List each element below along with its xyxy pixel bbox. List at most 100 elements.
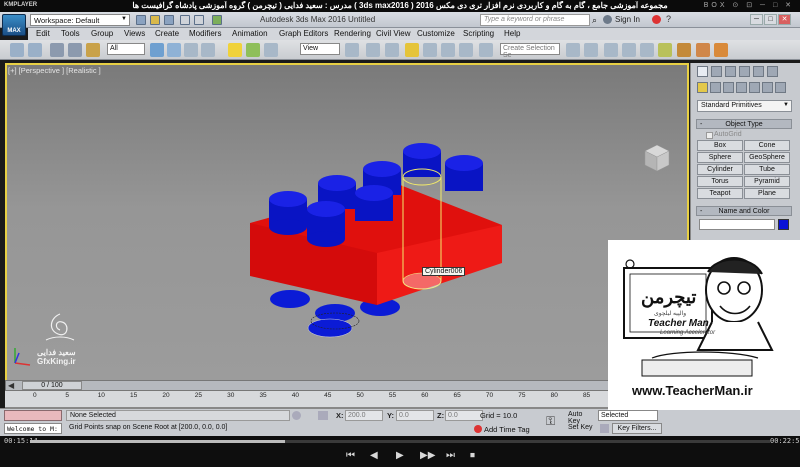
spinner-snap-icon[interactable] bbox=[459, 43, 473, 57]
systems-icon[interactable] bbox=[775, 82, 786, 93]
geosphere-button[interactable]: GeoSphere bbox=[744, 152, 790, 163]
frame-counter[interactable]: 0 / 100 bbox=[22, 381, 82, 390]
cone-button[interactable]: Cone bbox=[744, 140, 790, 151]
rewind-icon[interactable]: ◀ bbox=[370, 450, 378, 461]
space-warps-icon[interactable] bbox=[762, 82, 773, 93]
hierarchy-tab-icon[interactable] bbox=[725, 66, 736, 77]
display-tab-icon[interactable] bbox=[753, 66, 764, 77]
edit-named-selection-icon[interactable] bbox=[479, 43, 493, 57]
unlink-icon[interactable] bbox=[68, 43, 82, 57]
slider-left-arrow-icon[interactable]: ◀ bbox=[8, 381, 14, 390]
scene-canvas[interactable] bbox=[5, 63, 689, 386]
motion-tab-icon[interactable] bbox=[739, 66, 750, 77]
maxscript-listener[interactable] bbox=[4, 410, 62, 421]
close-button[interactable]: ✕ bbox=[778, 14, 791, 25]
named-selection-input[interactable]: Create Selection Se bbox=[500, 43, 560, 59]
pyramid-button[interactable]: Pyramid bbox=[744, 176, 790, 187]
set-key-button[interactable]: Set Key bbox=[567, 423, 596, 434]
sphere-button[interactable]: Sphere bbox=[697, 152, 743, 163]
teapot-button[interactable]: Teapot bbox=[697, 188, 743, 199]
menu-views[interactable]: Views bbox=[124, 29, 145, 38]
select-object-icon[interactable] bbox=[150, 43, 164, 57]
mirror-icon[interactable] bbox=[566, 43, 580, 57]
redo-scene-icon[interactable] bbox=[28, 43, 42, 57]
rendered-frame-icon[interactable] bbox=[696, 43, 710, 57]
bind-space-warp-icon[interactable] bbox=[86, 43, 100, 57]
project-folder-icon[interactable] bbox=[212, 15, 222, 25]
object-name-field[interactable] bbox=[699, 219, 775, 230]
maximize-button[interactable]: □ bbox=[764, 14, 777, 25]
menu-create[interactable]: Create bbox=[155, 29, 179, 38]
snap-toggle-icon[interactable] bbox=[405, 43, 419, 57]
menu-civil-view[interactable]: Civil View bbox=[376, 29, 411, 38]
select-rotate-icon[interactable] bbox=[246, 43, 260, 57]
transform-mode-icon[interactable] bbox=[318, 411, 328, 420]
z-coord-field[interactable]: 0.0 bbox=[445, 410, 483, 421]
ref-coord-dropdown[interactable]: View bbox=[300, 43, 340, 55]
shapes-icon[interactable] bbox=[710, 82, 721, 93]
angle-snap-icon[interactable] bbox=[423, 43, 437, 57]
menu-modifiers[interactable]: Modifiers bbox=[189, 29, 221, 38]
layer-explorer-icon[interactable] bbox=[604, 43, 618, 57]
add-time-tag-button[interactable]: Add Time Tag bbox=[484, 425, 530, 434]
menu-help[interactable]: Help bbox=[504, 29, 520, 38]
new-file-icon[interactable] bbox=[136, 15, 146, 25]
align-icon[interactable] bbox=[584, 43, 598, 57]
help-icon[interactable]: ? bbox=[666, 14, 671, 24]
keyboard-shortcut-icon[interactable] bbox=[385, 43, 399, 57]
menu-customize[interactable]: Customize bbox=[417, 29, 455, 38]
time-slider[interactable] bbox=[5, 380, 689, 391]
play-icon[interactable]: ▶ bbox=[396, 450, 404, 461]
menu-edit[interactable]: Edit bbox=[36, 29, 50, 38]
stop-icon[interactable]: ⏹ bbox=[470, 450, 475, 461]
selection-filter-dropdown[interactable]: All bbox=[107, 43, 145, 55]
set-keys-icon[interactable]: ⚿ bbox=[546, 414, 562, 428]
sign-in-link[interactable]: Sign In bbox=[615, 15, 640, 24]
save-file-icon[interactable] bbox=[164, 15, 174, 25]
select-manipulate-icon[interactable] bbox=[366, 43, 380, 57]
workspace-dropdown[interactable]: Workspace: Default ▼ bbox=[30, 14, 130, 26]
menu-rendering[interactable]: Rendering bbox=[334, 29, 371, 38]
select-by-name-icon[interactable] bbox=[167, 43, 181, 57]
next-icon[interactable]: ⏭ bbox=[446, 450, 455, 461]
lock-selection-icon[interactable] bbox=[292, 411, 301, 420]
menu-group[interactable]: Group bbox=[91, 29, 113, 38]
helpers-icon[interactable] bbox=[749, 82, 760, 93]
box-button[interactable]: Box bbox=[697, 140, 743, 151]
search-icon[interactable]: ⌕ bbox=[592, 15, 597, 26]
select-move-icon[interactable] bbox=[228, 43, 242, 57]
redo-icon[interactable] bbox=[194, 15, 204, 25]
menu-graph-editors[interactable]: Graph Editors bbox=[279, 29, 328, 38]
menu-animation[interactable]: Animation bbox=[232, 29, 268, 38]
key-filters-button[interactable]: Key Filters... bbox=[612, 423, 662, 434]
previous-icon[interactable]: ⏮ bbox=[346, 450, 355, 461]
undo-icon[interactable] bbox=[180, 15, 190, 25]
autogrid-checkbox[interactable] bbox=[706, 132, 713, 139]
schematic-view-icon[interactable] bbox=[640, 43, 654, 57]
y-coord-field[interactable]: 0.0 bbox=[396, 410, 434, 421]
cameras-icon[interactable] bbox=[736, 82, 747, 93]
plane-button[interactable]: Plane bbox=[744, 188, 790, 199]
player-window-controls[interactable]: BOX ⊙ ⊡ ─ □ ✕ bbox=[704, 1, 794, 9]
object-type-rollout[interactable]: - Object Type bbox=[696, 119, 792, 129]
key-selection-dropdown[interactable]: Selected bbox=[598, 410, 658, 421]
maxscript-mini-listener[interactable]: Welcome to M: bbox=[4, 423, 62, 434]
x-coord-field[interactable]: 200.0 bbox=[345, 410, 383, 421]
cylinder-button[interactable]: Cylinder bbox=[697, 164, 743, 175]
fast-forward-icon[interactable]: ▶▶ bbox=[420, 450, 435, 461]
geometry-icon[interactable] bbox=[697, 82, 708, 93]
help-search-input[interactable]: Type a keyword or phrase bbox=[480, 14, 590, 26]
create-tab-icon[interactable] bbox=[697, 66, 708, 77]
render-production-icon[interactable] bbox=[714, 43, 728, 57]
select-scale-icon[interactable] bbox=[264, 43, 278, 57]
torus-button[interactable]: Torus bbox=[697, 176, 743, 187]
curve-editor-icon[interactable] bbox=[622, 43, 636, 57]
minimize-button[interactable]: ─ bbox=[750, 14, 763, 25]
lights-icon[interactable] bbox=[723, 82, 734, 93]
menu-scripting[interactable]: Scripting bbox=[463, 29, 494, 38]
object-color-swatch[interactable] bbox=[778, 219, 789, 230]
exchange-icon[interactable] bbox=[652, 15, 661, 24]
open-file-icon[interactable] bbox=[150, 15, 160, 25]
undo-scene-icon[interactable] bbox=[10, 43, 24, 57]
pivot-center-icon[interactable] bbox=[345, 43, 359, 57]
